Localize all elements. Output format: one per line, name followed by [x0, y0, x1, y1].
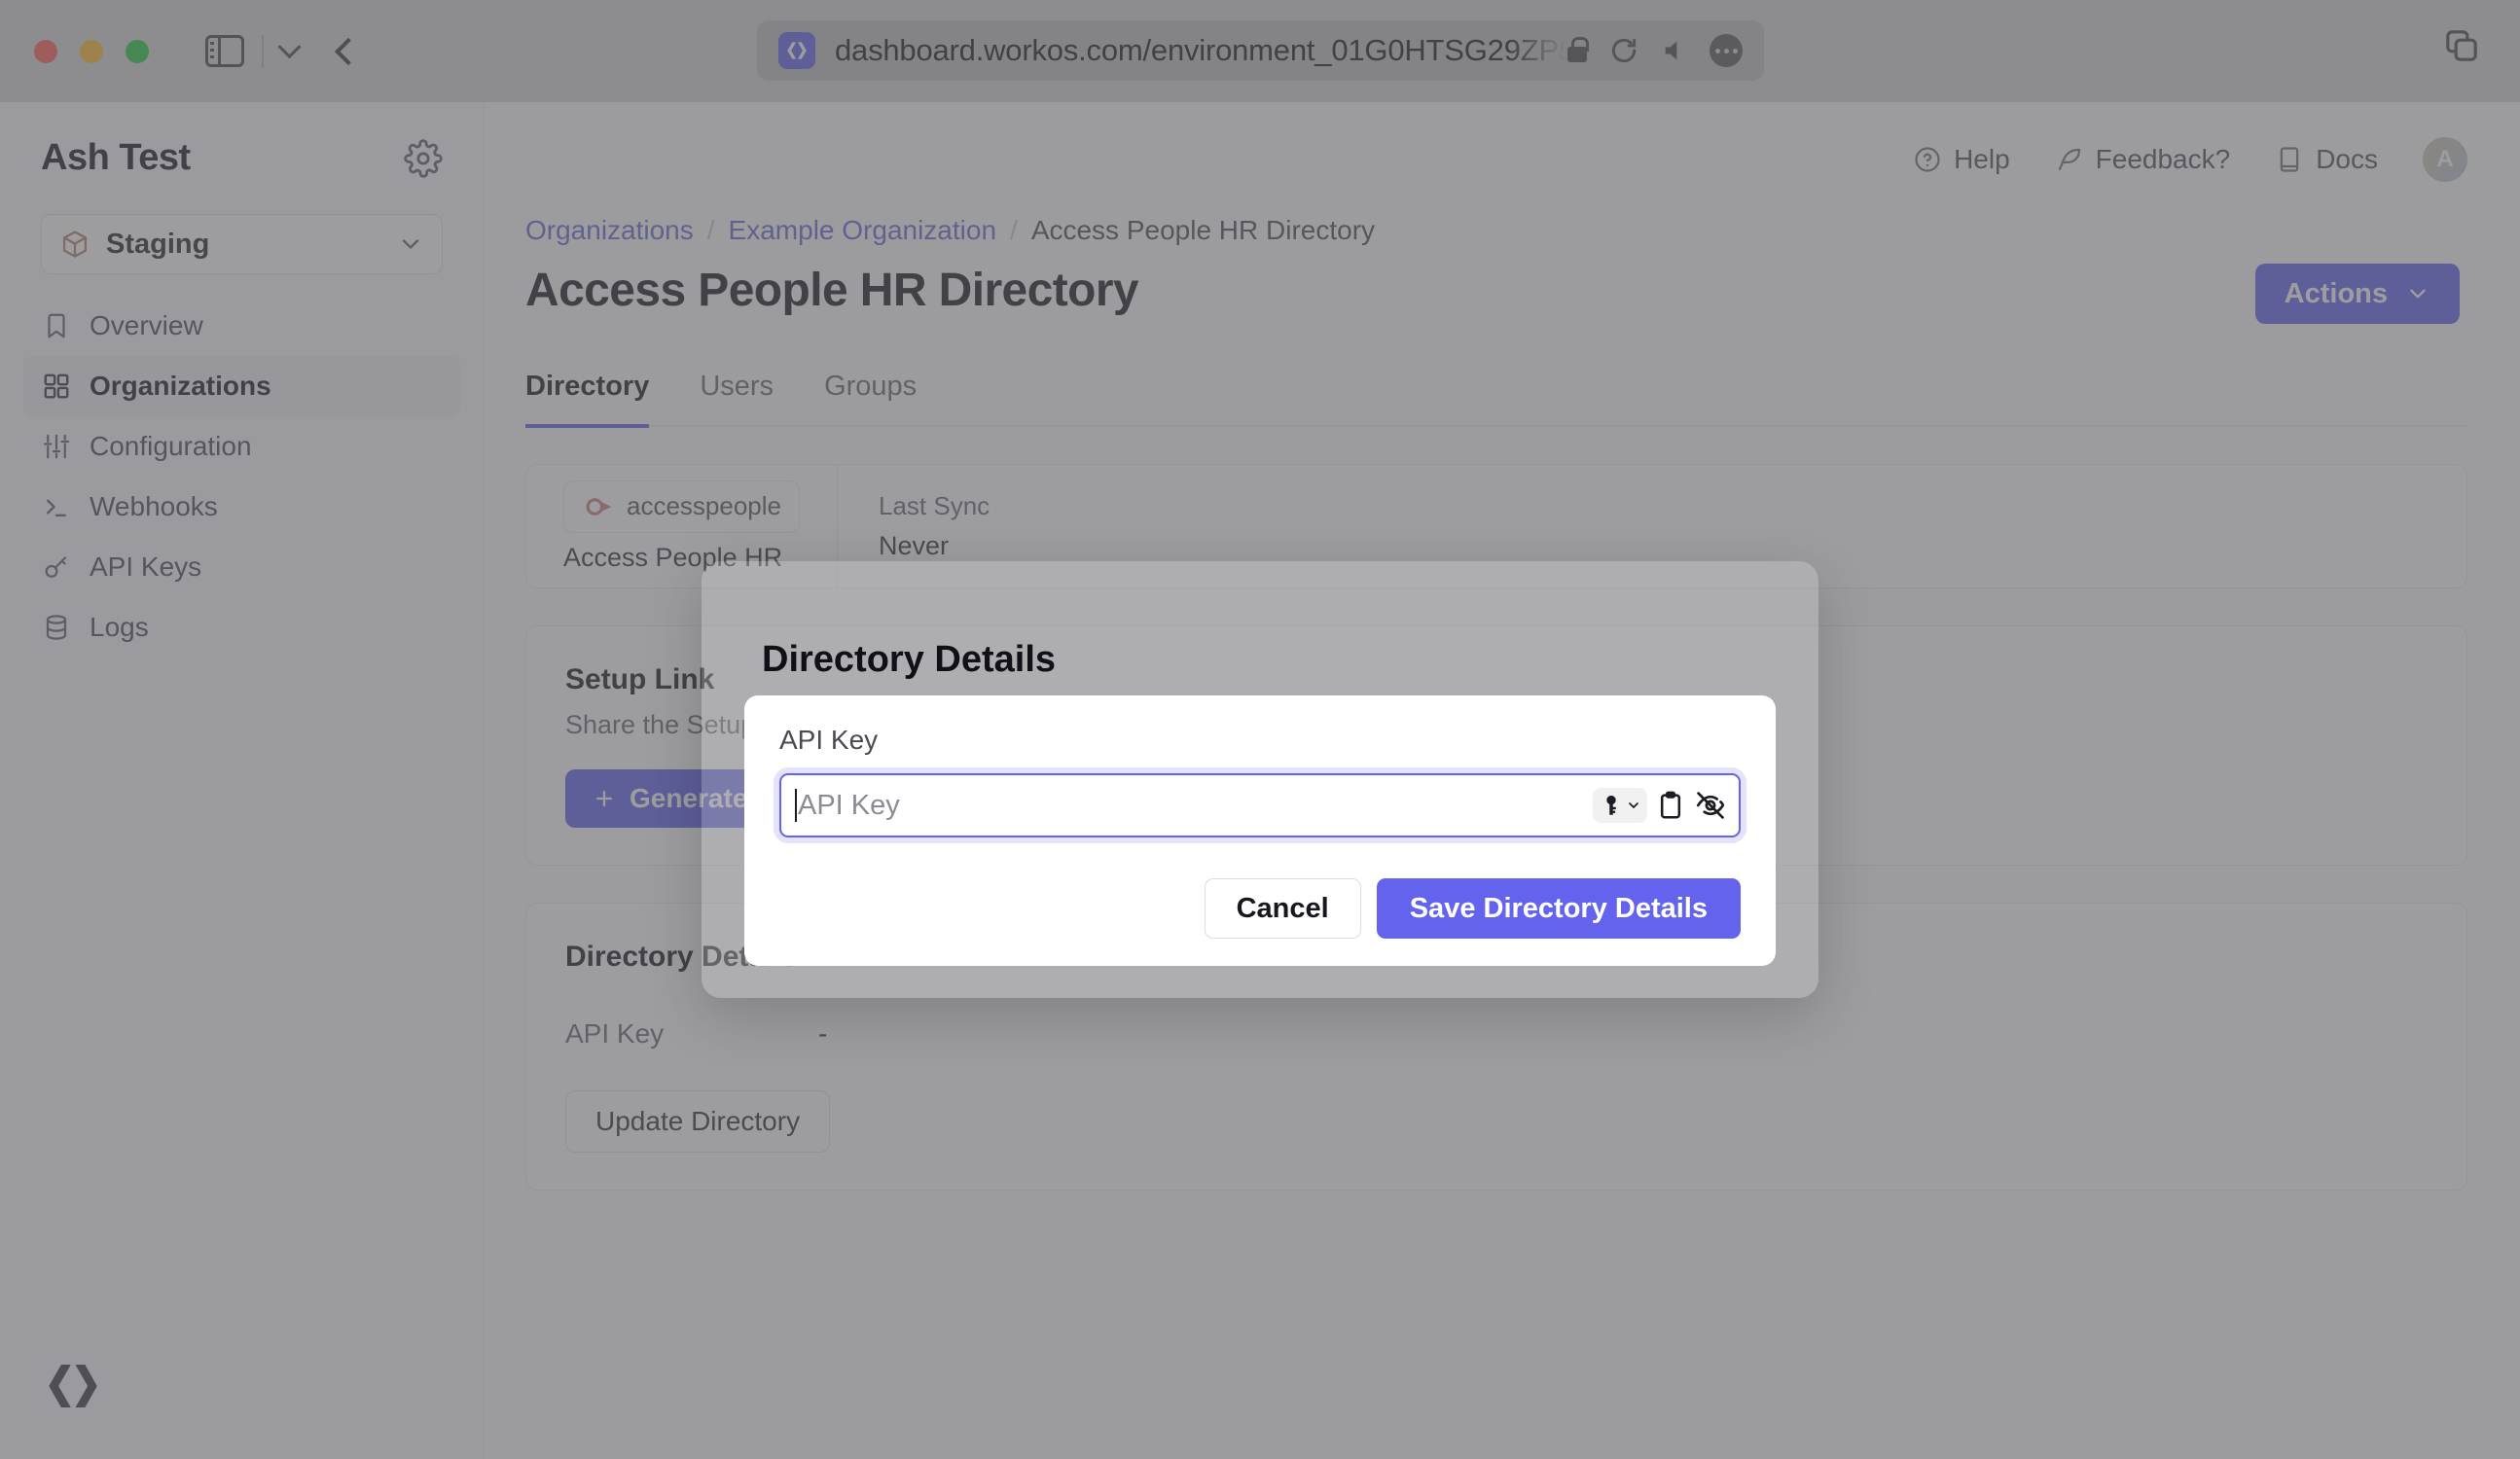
chevron-down-icon	[1626, 798, 1641, 813]
api-key-input[interactable]: API Key	[779, 773, 1741, 837]
modal-title: Directory Details	[762, 639, 1057, 680]
cancel-button[interactable]: Cancel	[1204, 878, 1361, 939]
eye-off-icon[interactable]	[1694, 789, 1727, 822]
input-action-icons	[1593, 788, 1727, 823]
save-directory-details-button[interactable]: Save Directory Details	[1376, 878, 1741, 939]
modal-body: API Key API Key Cancel Save Directory De…	[744, 695, 1776, 966]
api-key-field-label: API Key	[779, 725, 879, 755]
key-icon	[1599, 793, 1624, 818]
modal-actions: Cancel Save Directory Details	[779, 878, 1741, 939]
password-manager-button[interactable]	[1593, 788, 1647, 823]
text-caret	[795, 789, 797, 822]
clipboard-icon[interactable]	[1655, 790, 1686, 821]
directory-details-modal: Directory Details API Key API Key Cancel…	[702, 561, 1818, 998]
screenshot-root: dashboard.workos.com/environment_01G0HTS…	[0, 0, 2520, 1459]
api-key-input-placeholder: API Key	[798, 789, 900, 821]
